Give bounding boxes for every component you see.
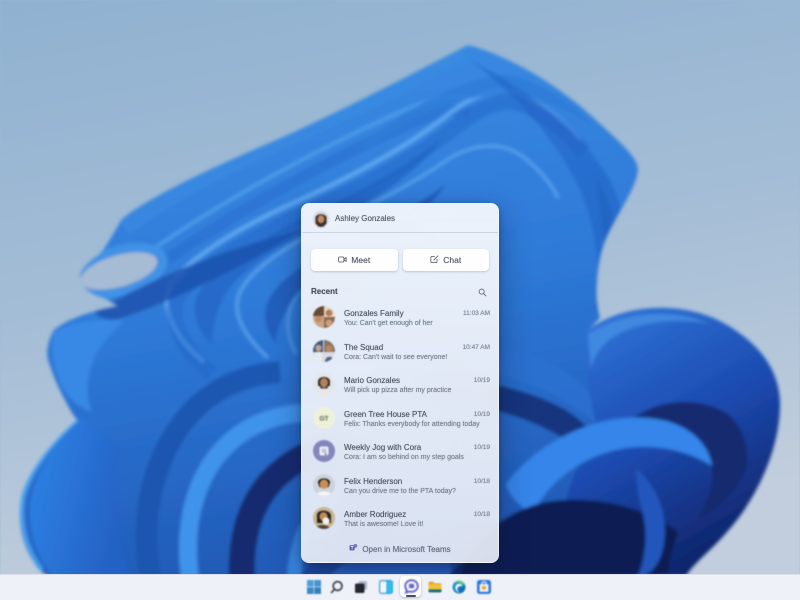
svg-text:GT: GT (319, 415, 328, 422)
